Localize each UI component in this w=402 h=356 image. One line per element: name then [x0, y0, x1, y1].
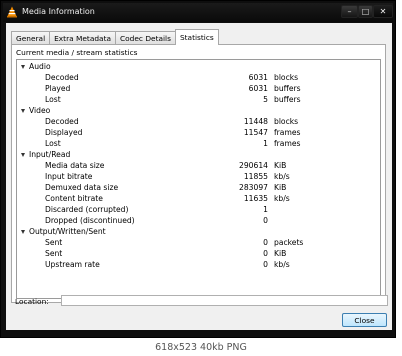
- stat-row[interactable]: Lost 1 frames: [17, 139, 380, 150]
- stat-label: Upstream rate: [45, 260, 100, 269]
- window-title: Media Information: [22, 7, 95, 16]
- stat-label: Decoded: [45, 117, 79, 126]
- stat-value: 0: [263, 238, 268, 247]
- panel-heading: Current media / stream statistics: [16, 48, 138, 57]
- statistics-tree[interactable]: Audio Decoded 6031 blocks Played 6031 bu…: [16, 59, 381, 299]
- stat-label: Sent: [45, 238, 63, 247]
- stat-unit: buffers: [274, 84, 301, 93]
- stat-row[interactable]: Input bitrate 11855 kb/s: [17, 172, 380, 183]
- window-frame: Media Information – □ ✕ General Extra Me…: [0, 0, 396, 338]
- title-bar[interactable]: Media Information – □ ✕: [3, 3, 393, 22]
- stat-value: 11448: [243, 117, 268, 126]
- stat-value: 0: [263, 260, 268, 269]
- stat-row[interactable]: Media data size 290614 KiB: [17, 161, 380, 172]
- stat-row[interactable]: Demuxed data size 283097 KiB: [17, 183, 380, 194]
- minimize-button[interactable]: –: [341, 5, 358, 18]
- stat-row[interactable]: Dropped (discontinued) 0: [17, 216, 380, 227]
- stat-unit: frames: [274, 139, 301, 148]
- expand-arrow-icon[interactable]: [21, 109, 25, 113]
- vlc-cone-icon: [7, 6, 17, 18]
- tree-group-input-read[interactable]: Input/Read: [17, 150, 380, 161]
- stat-unit: buffers: [274, 95, 301, 104]
- stat-label: Discarded (corrupted): [45, 205, 129, 214]
- stat-row[interactable]: Played 6031 buffers: [17, 84, 380, 95]
- stat-row[interactable]: Decoded 6031 blocks: [17, 73, 380, 84]
- expand-arrow-icon[interactable]: [21, 230, 25, 234]
- stat-unit: KiB: [274, 249, 287, 258]
- stat-value: 290614: [239, 161, 268, 170]
- tree-group-output[interactable]: Output/Written/Sent: [17, 227, 380, 238]
- stat-unit: KiB: [274, 161, 287, 170]
- stat-row[interactable]: Upstream rate 0 kb/s: [17, 260, 380, 271]
- stat-unit: kb/s: [274, 260, 290, 269]
- stat-unit: KiB: [274, 183, 287, 192]
- group-label: Input/Read: [29, 150, 71, 159]
- group-label: Audio: [29, 62, 51, 71]
- stat-row[interactable]: Discarded (corrupted) 1: [17, 205, 380, 216]
- group-label: Video: [29, 106, 51, 115]
- stat-label: Content bitrate: [45, 194, 103, 203]
- dialog-client-area: General Extra Metadata Codec Details Sta…: [6, 23, 392, 330]
- stat-label: Dropped (discontinued): [45, 216, 135, 225]
- stat-row[interactable]: Displayed 11547 frames: [17, 128, 380, 139]
- stat-label: Media data size: [45, 161, 105, 170]
- stat-row[interactable]: Sent 0 packets: [17, 238, 380, 249]
- group-label: Output/Written/Sent: [29, 227, 106, 236]
- stat-value: 0: [263, 216, 268, 225]
- stat-value: 5: [263, 95, 268, 104]
- stat-value: 1: [263, 205, 268, 214]
- stat-label: Displayed: [45, 128, 83, 137]
- image-caption: 618x523 40kb PNG: [155, 342, 247, 353]
- stat-label: Demuxed data size: [45, 183, 119, 192]
- tree-group-video[interactable]: Video: [17, 106, 380, 117]
- statistics-panel: Current media / stream statistics Audio …: [11, 44, 386, 303]
- stat-unit: blocks: [274, 73, 299, 82]
- expand-arrow-icon[interactable]: [21, 65, 25, 69]
- tab-statistics[interactable]: Statistics: [174, 29, 219, 45]
- tab-bar: General Extra Metadata Codec Details Sta…: [11, 29, 219, 45]
- stat-value: 1: [263, 139, 268, 148]
- stat-unit: kb/s: [274, 172, 290, 181]
- stat-label: Sent: [45, 249, 63, 258]
- tab-general[interactable]: General: [11, 31, 51, 44]
- stat-label: Input bitrate: [45, 172, 93, 181]
- tab-extra-metadata[interactable]: Extra Metadata: [49, 31, 116, 44]
- stat-value: 0: [263, 249, 268, 258]
- close-button[interactable]: Close: [342, 313, 387, 327]
- stat-row[interactable]: Content bitrate 11635 kb/s: [17, 194, 380, 205]
- stat-label: Decoded: [45, 73, 79, 82]
- stat-unit: blocks: [274, 117, 299, 126]
- maximize-button[interactable]: □: [358, 5, 373, 18]
- stat-row[interactable]: Decoded 11448 blocks: [17, 117, 380, 128]
- stat-value: 283097: [239, 183, 268, 192]
- stat-row[interactable]: Sent 0 KiB: [17, 249, 380, 260]
- stat-unit: packets: [274, 238, 304, 247]
- location-label: Location:: [15, 297, 49, 306]
- tab-codec-details[interactable]: Codec Details: [115, 31, 176, 44]
- close-window-button[interactable]: ✕: [373, 5, 393, 18]
- tree-group-audio[interactable]: Audio: [17, 62, 380, 73]
- location-field[interactable]: [61, 295, 388, 306]
- stat-label: Lost: [45, 139, 61, 148]
- stat-value: 11635: [243, 194, 268, 203]
- stat-label: Lost: [45, 95, 61, 104]
- stat-value: 11855: [243, 172, 268, 181]
- stat-value: 6031: [248, 84, 268, 93]
- stat-unit: frames: [274, 128, 301, 137]
- expand-arrow-icon[interactable]: [21, 153, 25, 157]
- stat-row[interactable]: Lost 5 buffers: [17, 95, 380, 106]
- stat-value: 6031: [248, 73, 268, 82]
- stat-unit: kb/s: [274, 194, 290, 203]
- stat-value: 11547: [243, 128, 268, 137]
- stat-label: Played: [45, 84, 71, 93]
